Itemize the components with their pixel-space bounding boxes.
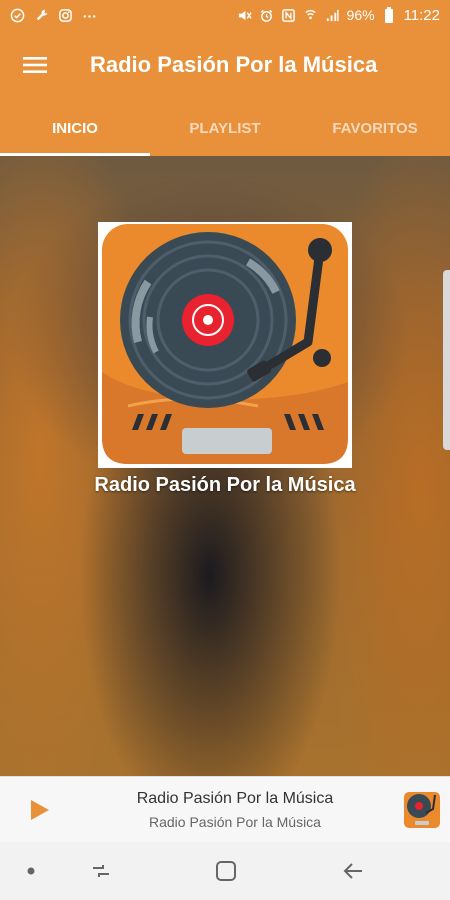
recent-apps-button[interactable] <box>86 856 116 886</box>
mute-icon <box>237 8 252 23</box>
nav-dot[interactable] <box>16 856 46 886</box>
wrench-icon <box>34 8 49 23</box>
turntable-logo-icon <box>102 224 348 464</box>
nfc-icon <box>281 8 296 23</box>
check-circle-icon <box>10 8 25 23</box>
back-button[interactable] <box>338 856 368 886</box>
clock: 11:22 <box>403 6 440 24</box>
now-playing-title: Radio Pasión Por la Música <box>136 790 334 807</box>
recent-apps-icon <box>93 865 109 877</box>
station-logo <box>98 222 352 468</box>
instagram-icon <box>58 8 73 23</box>
menu-button[interactable] <box>0 30 70 100</box>
now-playing-subtitle: Radio Pasión Por la Música <box>149 814 321 830</box>
signal-icon <box>325 8 340 23</box>
tab-bar: INICIO PLAYLIST FAVORITOS <box>0 100 450 156</box>
tab-inicio[interactable]: INICIO <box>0 100 150 156</box>
station-name: Radio Pasión Por la Música <box>94 474 356 496</box>
tab-playlist[interactable]: PLAYLIST <box>150 100 300 156</box>
menu-icon <box>23 57 47 73</box>
mini-player[interactable]: Radio Pasión Por la Música Radio Pasión … <box>0 776 450 842</box>
home-icon <box>216 861 236 881</box>
alarm-icon <box>259 8 274 23</box>
now-playing-thumbnail[interactable] <box>403 791 441 829</box>
main-content: Radio Pasión Por la Música <box>0 156 450 776</box>
tab-favoritos[interactable]: FAVORITOS <box>300 100 450 156</box>
turntable-thumb-icon <box>404 792 440 828</box>
system-nav-bar <box>0 842 450 900</box>
wifi-calling-icon <box>303 8 318 23</box>
battery-percent: 96% <box>346 7 375 23</box>
back-icon <box>343 863 362 879</box>
more-icon <box>82 8 97 23</box>
scroll-handle[interactable] <box>443 270 450 450</box>
home-button[interactable] <box>211 856 241 886</box>
app-title: Radio Pasión Por la Música <box>90 52 378 77</box>
status-bar: 96% 11:22 <box>0 0 450 30</box>
app-bar: Radio Pasión Por la Música <box>0 30 450 100</box>
dot-icon <box>27 867 35 875</box>
battery-icon <box>382 7 397 23</box>
